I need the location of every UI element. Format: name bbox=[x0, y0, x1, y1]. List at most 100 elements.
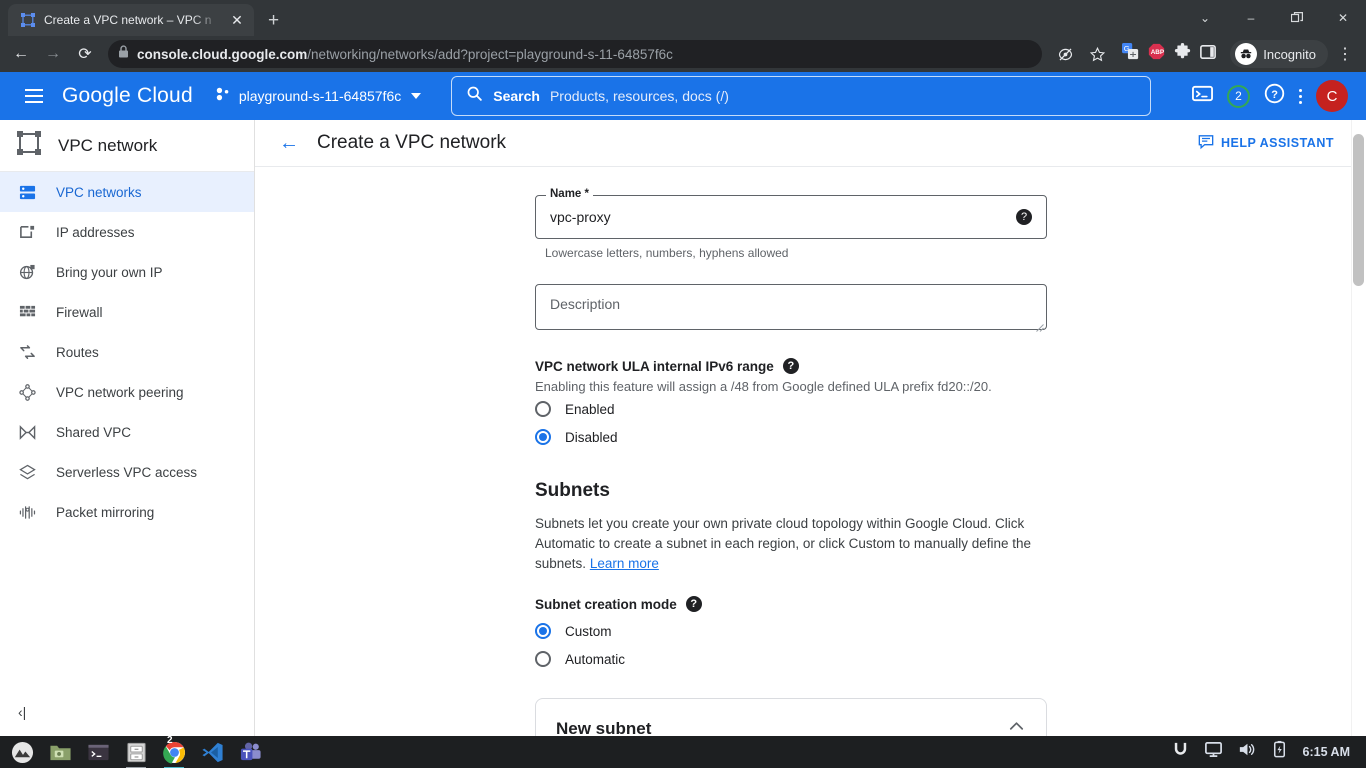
chrome-badge-count: 2 bbox=[167, 735, 173, 746]
project-selector[interactable]: playground-s-11-64857f6c bbox=[215, 86, 422, 107]
tab-search-icon[interactable]: ⌄ bbox=[1182, 0, 1228, 36]
sidebar-item-packet-mirroring[interactable]: Packet mirroring bbox=[0, 492, 254, 532]
subnets-section: Subnets Subnets let you create your own … bbox=[535, 480, 1366, 736]
terminal-icon[interactable] bbox=[84, 738, 112, 766]
file-cabinet-icon[interactable] bbox=[122, 738, 150, 768]
sidebar-item-shared-vpc[interactable]: Shared VPC bbox=[0, 412, 254, 452]
sidebar-item-ip-addresses[interactable]: IP addresses bbox=[0, 212, 254, 252]
sidebar-item-serverless-vpc-access[interactable]: Serverless VPC access bbox=[0, 452, 254, 492]
project-name: playground-s-11-64857f6c bbox=[238, 88, 402, 104]
browser-toolbar: ← → ⟳ console.cloud.google.com/networkin… bbox=[0, 36, 1366, 72]
new-subnet-card: New subnet Name * bbox=[535, 698, 1047, 736]
subnet-creation-mode: Subnet creation mode ? Custom Automatic bbox=[535, 596, 1366, 672]
more-options-icon[interactable] bbox=[1299, 88, 1302, 104]
svg-text:ABP: ABP bbox=[1151, 49, 1165, 56]
name-input[interactable] bbox=[550, 209, 1016, 225]
sidebar-item-vpc-networks[interactable]: VPC networks bbox=[0, 172, 254, 212]
maximize-restore-button[interactable] bbox=[1274, 0, 1320, 36]
cloud-shell-icon[interactable] bbox=[1192, 83, 1213, 109]
create-vpc-form: Name * ? Lowercase letters, numbers, hyp… bbox=[255, 167, 1366, 736]
google-cloud-logo[interactable]: Google Cloud bbox=[62, 84, 193, 108]
address-bar[interactable]: console.cloud.google.com/networking/netw… bbox=[108, 40, 1043, 68]
reload-icon[interactable]: ⟳ bbox=[70, 39, 100, 69]
ubuntu-icon[interactable] bbox=[1171, 740, 1190, 764]
window-controls: ⌄ – ✕ bbox=[1182, 0, 1366, 36]
tab-title: Create a VPC network – VPC n bbox=[44, 13, 212, 27]
google-chrome-icon[interactable]: 2 bbox=[160, 735, 188, 768]
learn-more-link[interactable]: Learn more bbox=[590, 556, 659, 571]
ula-option-disabled[interactable]: Disabled bbox=[535, 424, 1366, 450]
content-header: ← Create a VPC network HELP ASSISTANT bbox=[255, 120, 1366, 167]
ula-option-enabled[interactable]: Enabled bbox=[535, 396, 1366, 422]
volume-icon[interactable] bbox=[1237, 740, 1256, 764]
extensions-puzzle-icon[interactable] bbox=[1174, 43, 1191, 65]
app-launcher-icon[interactable] bbox=[8, 738, 36, 766]
search-label: Search bbox=[493, 88, 540, 104]
help-assistant-icon bbox=[1198, 134, 1214, 153]
help-icon[interactable]: ? bbox=[1264, 83, 1285, 109]
radio-label: Automatic bbox=[565, 651, 626, 667]
url-path: /networking/networks/add?project=playgro… bbox=[307, 46, 673, 62]
scrollbar-thumb[interactable] bbox=[1353, 134, 1364, 286]
files-manager-icon[interactable] bbox=[46, 738, 74, 766]
radio-label: Enabled bbox=[565, 401, 615, 417]
subnet-mode-option-custom[interactable]: Custom bbox=[535, 618, 1366, 644]
ula-label-row: VPC network ULA internal IPv6 range ? bbox=[535, 358, 1366, 374]
side-panel-icon[interactable] bbox=[1200, 44, 1217, 65]
new-subnet-header[interactable]: New subnet bbox=[556, 717, 1026, 736]
name-field[interactable]: Name * ? bbox=[535, 188, 1047, 239]
forward-icon[interactable]: → bbox=[38, 39, 68, 69]
translate-icon[interactable]: G bbox=[1122, 43, 1139, 65]
radio-button[interactable] bbox=[535, 429, 551, 445]
new-subnet-title: New subnet bbox=[556, 719, 652, 736]
browser-menu-icon[interactable]: ⋮ bbox=[1330, 39, 1360, 69]
firewall-icon bbox=[16, 304, 38, 321]
sidebar-item-firewall[interactable]: Firewall bbox=[0, 292, 254, 332]
radio-button[interactable] bbox=[535, 623, 551, 639]
notifications-badge[interactable]: 2 bbox=[1227, 84, 1250, 108]
profile-chip[interactable]: Incognito bbox=[1230, 40, 1328, 68]
bookmark-star-icon[interactable] bbox=[1082, 39, 1112, 69]
chevron-up-icon[interactable] bbox=[1007, 717, 1026, 736]
resize-grip-icon[interactable] bbox=[1035, 319, 1044, 332]
search-input[interactable]: Search Products, resources, docs (/) bbox=[451, 76, 1152, 116]
sidebar-item-label: Routes bbox=[56, 344, 99, 360]
vpc-network-peering-icon bbox=[16, 383, 38, 401]
sidebar-item-label: VPC networks bbox=[56, 184, 142, 200]
help-circle-icon[interactable]: ? bbox=[685, 596, 702, 612]
back-icon[interactable]: ← bbox=[6, 39, 36, 69]
incognito-icon bbox=[1235, 43, 1258, 65]
microsoft-teams-icon[interactable] bbox=[236, 738, 264, 766]
sidebar-item-bring-your-own-ip[interactable]: Bring your own IP bbox=[0, 252, 254, 292]
sidebar-item-routes[interactable]: Routes bbox=[0, 332, 254, 372]
minimize-button[interactable]: – bbox=[1228, 0, 1274, 36]
tab-close-icon[interactable]: ✕ bbox=[228, 13, 246, 27]
radio-button[interactable] bbox=[535, 401, 551, 417]
avatar[interactable]: C bbox=[1316, 80, 1348, 112]
page-scrollbar[interactable] bbox=[1351, 120, 1366, 736]
close-window-button[interactable]: ✕ bbox=[1320, 0, 1366, 36]
subnet-mode-option-automatic[interactable]: Automatic bbox=[535, 646, 1366, 672]
help-assistant-button[interactable]: HELP ASSISTANT bbox=[1198, 134, 1342, 153]
battery-charging-icon[interactable] bbox=[1270, 740, 1289, 764]
header-actions: 2 ? C bbox=[1192, 80, 1352, 112]
new-tab-button[interactable]: + bbox=[268, 11, 279, 30]
description-field[interactable]: Description bbox=[535, 284, 1047, 332]
serverless-vpc-access-icon bbox=[16, 464, 38, 481]
name-field-hint: Lowercase letters, numbers, hyphens allo… bbox=[545, 246, 789, 260]
radio-button[interactable] bbox=[535, 651, 551, 667]
web-page: Google Cloud playground-s-11-64857f6c Se… bbox=[0, 72, 1366, 736]
vs-code-icon[interactable] bbox=[198, 738, 226, 766]
hamburger-menu-icon[interactable] bbox=[14, 76, 54, 116]
display-icon[interactable] bbox=[1204, 740, 1223, 764]
browser-tab[interactable]: Create a VPC network – VPC n ✕ bbox=[8, 4, 254, 36]
sidebar-item-vpc-network-peering[interactable]: VPC network peering bbox=[0, 372, 254, 412]
tracking-protection-icon[interactable] bbox=[1050, 39, 1080, 69]
back-arrow-icon[interactable]: ← bbox=[279, 132, 307, 155]
shared-vpc-icon bbox=[16, 424, 38, 441]
collapse-sidebar-button[interactable]: ‹| bbox=[18, 704, 26, 720]
taskbar-clock[interactable]: 6:15 AM bbox=[1303, 745, 1350, 759]
adblock-plus-icon[interactable]: ABP bbox=[1148, 43, 1165, 65]
help-circle-icon[interactable]: ? bbox=[782, 358, 799, 374]
help-circle-icon[interactable]: ? bbox=[1016, 209, 1032, 225]
